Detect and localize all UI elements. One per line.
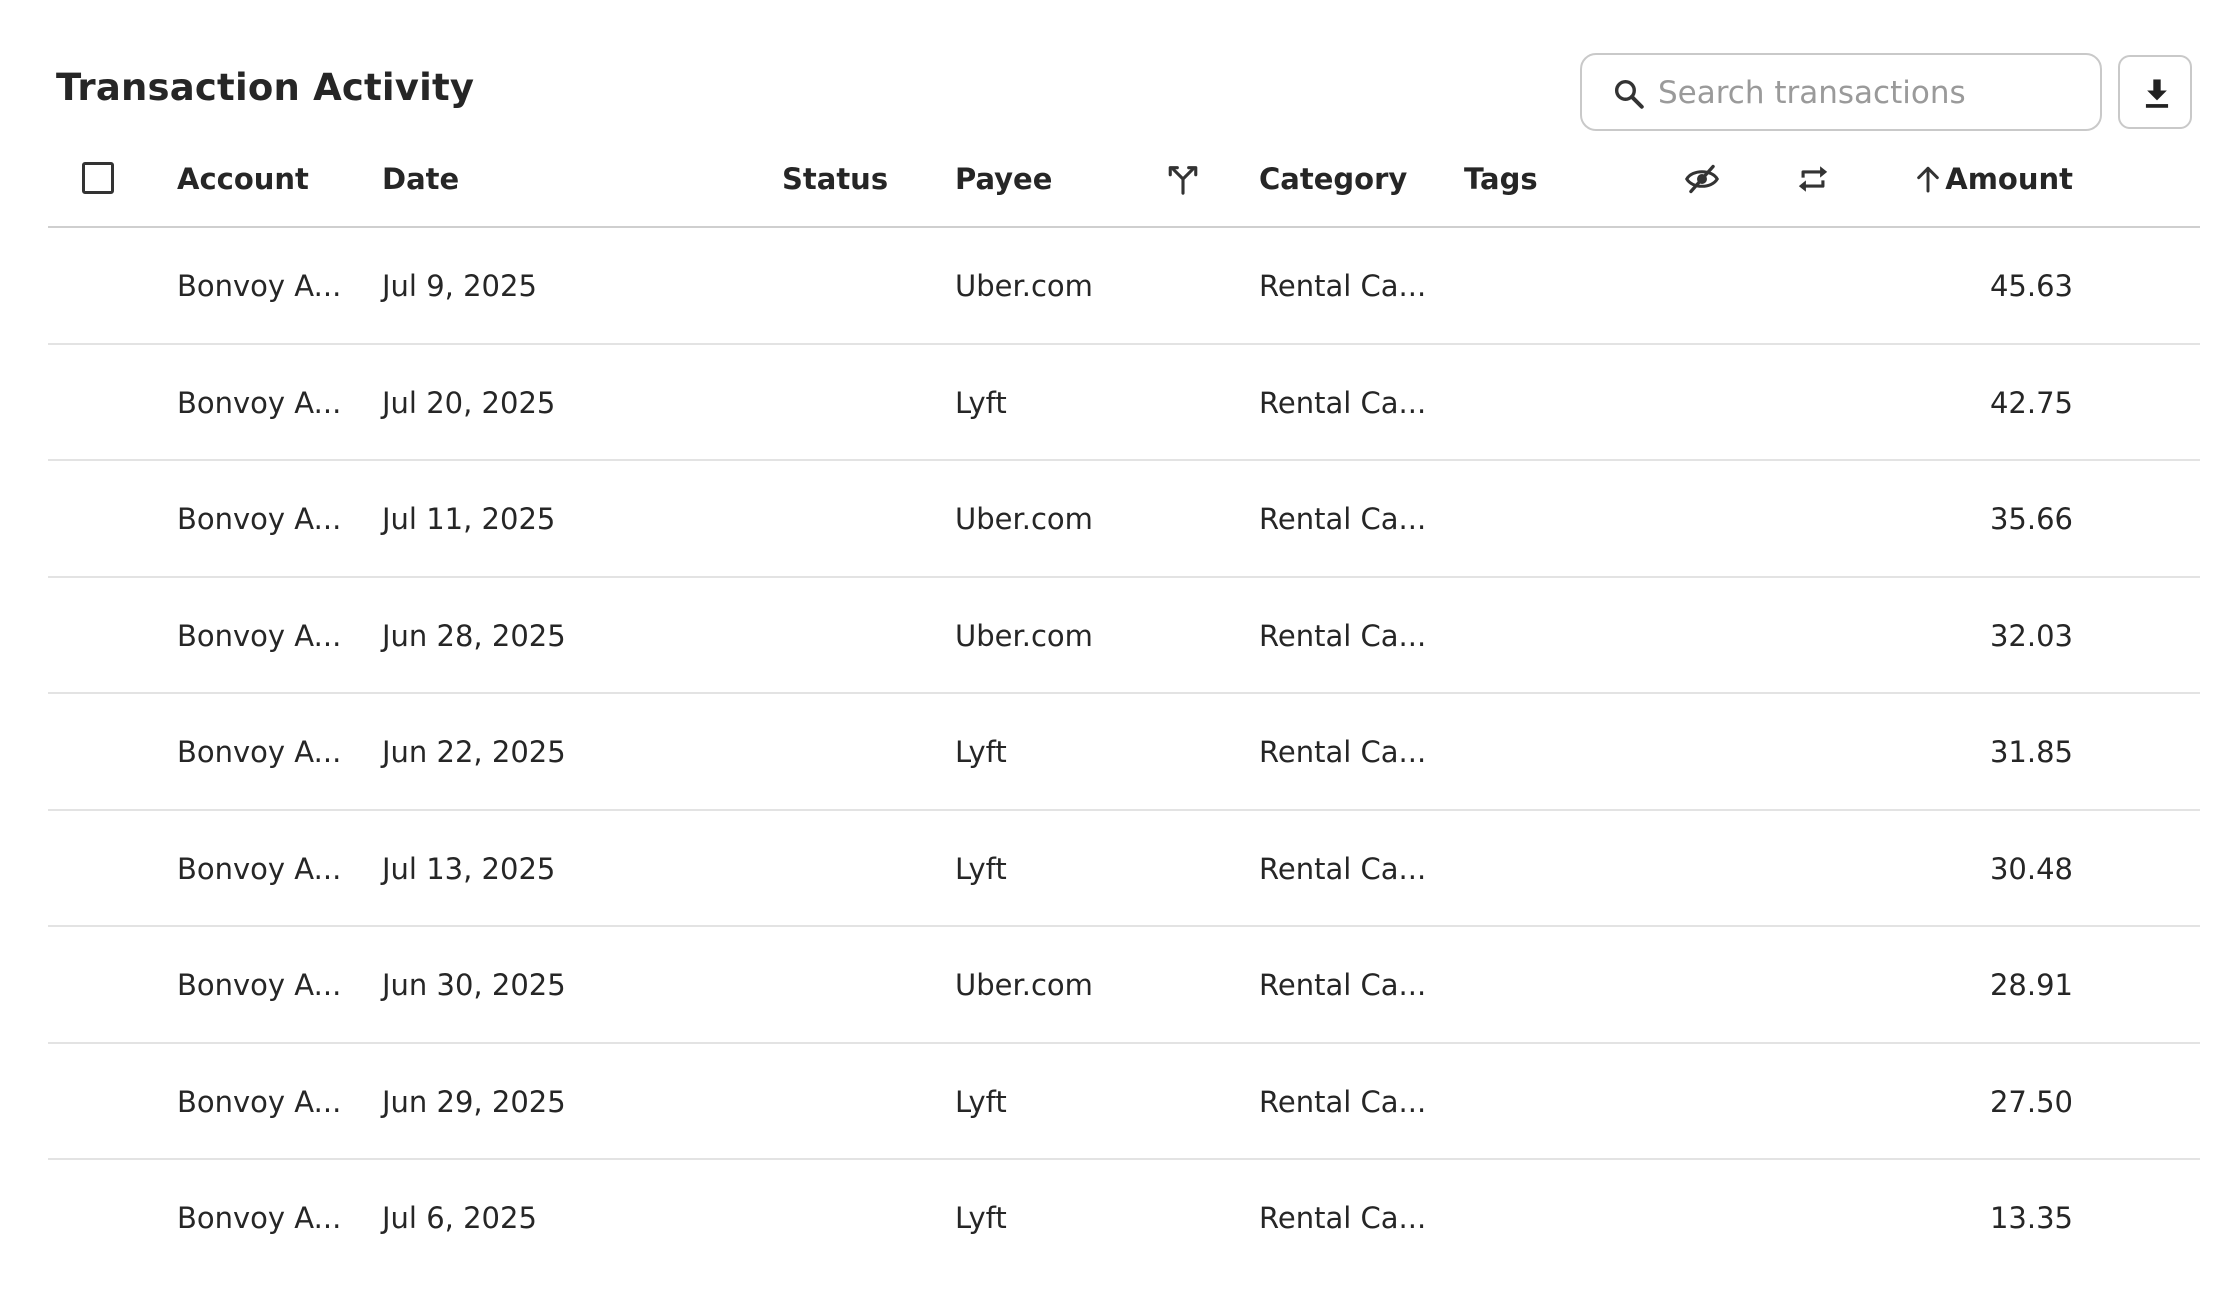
column-header-payee[interactable]: Payee bbox=[955, 146, 1052, 226]
cell-date: Jul 9, 2025 bbox=[382, 269, 537, 303]
table-row[interactable]: Bonvoy A... Jul 20, 2025 Lyft Rental Ca.… bbox=[48, 345, 2200, 461]
table-row[interactable]: Bonvoy A... Jul 6, 2025 Lyft Rental Ca..… bbox=[48, 1160, 2200, 1277]
cell-account: Bonvoy A... bbox=[177, 618, 342, 653]
transaction-activity-panel: Transaction Activity Account Date Status… bbox=[0, 0, 2236, 1304]
cell-amount: 45.63 bbox=[1989, 269, 2073, 303]
cell-payee: Lyft bbox=[955, 735, 1007, 769]
search-input[interactable] bbox=[1656, 65, 2080, 121]
cell-category: Rental Ca... bbox=[1259, 618, 1427, 653]
cell-payee: Lyft bbox=[955, 1201, 1007, 1235]
cell-category: Rental Ca... bbox=[1259, 851, 1427, 886]
table-row[interactable]: Bonvoy A... Jun 28, 2025 Uber.com Rental… bbox=[48, 578, 2200, 694]
select-all-checkbox[interactable] bbox=[82, 162, 114, 194]
cell-amount: 13.35 bbox=[1989, 1201, 2073, 1235]
column-header-category[interactable]: Category bbox=[1259, 146, 1407, 226]
eye-off-icon[interactable] bbox=[1684, 162, 1720, 200]
table-row[interactable]: Bonvoy A... Jul 13, 2025 Lyft Rental Ca.… bbox=[48, 811, 2200, 927]
cell-payee: Lyft bbox=[955, 851, 1007, 886]
cell-date: Jul 11, 2025 bbox=[382, 502, 556, 536]
cell-account: Bonvoy A... bbox=[177, 735, 342, 769]
cell-category: Rental Ca... bbox=[1259, 502, 1427, 536]
cell-account: Bonvoy A... bbox=[177, 968, 342, 1002]
cell-date: Jul 6, 2025 bbox=[382, 1201, 537, 1235]
table-header: Account Date Status Payee Category Tags bbox=[48, 146, 2200, 228]
column-header-amount[interactable]: Amount bbox=[1945, 146, 2073, 226]
column-header-account[interactable]: Account bbox=[177, 146, 309, 226]
cell-payee: Uber.com bbox=[955, 618, 1093, 653]
cell-account: Bonvoy A... bbox=[177, 851, 342, 886]
cell-payee: Uber.com bbox=[955, 502, 1093, 536]
cell-payee: Uber.com bbox=[955, 968, 1093, 1002]
cell-account: Bonvoy A... bbox=[177, 502, 342, 536]
cell-date: Jun 28, 2025 bbox=[382, 618, 566, 653]
cell-account: Bonvoy A... bbox=[177, 385, 342, 420]
cell-payee: Uber.com bbox=[955, 269, 1093, 303]
cell-amount: 28.91 bbox=[1989, 968, 2073, 1002]
table-row[interactable]: Bonvoy A... Jun 29, 2025 Lyft Rental Ca.… bbox=[48, 1044, 2200, 1160]
column-header-status[interactable]: Status bbox=[782, 146, 888, 226]
download-button[interactable] bbox=[2118, 55, 2192, 129]
search-box[interactable] bbox=[1580, 53, 2102, 131]
table-row[interactable]: Bonvoy A... Jun 30, 2025 Uber.com Rental… bbox=[48, 927, 2200, 1044]
cell-amount: 27.50 bbox=[1989, 1084, 2073, 1119]
cell-payee: Lyft bbox=[955, 1084, 1007, 1119]
cell-amount: 42.75 bbox=[1989, 385, 2073, 420]
download-icon bbox=[2145, 79, 2169, 108]
cell-payee: Lyft bbox=[955, 385, 1007, 420]
cell-category: Rental Ca... bbox=[1259, 1201, 1427, 1235]
cell-date: Jul 13, 2025 bbox=[382, 851, 556, 886]
cell-account: Bonvoy A... bbox=[177, 1084, 342, 1119]
table-row[interactable]: Bonvoy A... Jul 9, 2025 Uber.com Rental … bbox=[48, 228, 2200, 345]
cell-date: Jun 30, 2025 bbox=[382, 968, 566, 1002]
column-header-date[interactable]: Date bbox=[382, 146, 459, 226]
cell-amount: 35.66 bbox=[1989, 502, 2073, 536]
arrow-up-icon[interactable] bbox=[1912, 162, 1944, 200]
search-icon bbox=[1612, 77, 1646, 111]
cell-date: Jun 22, 2025 bbox=[382, 735, 566, 769]
cell-amount: 32.03 bbox=[1989, 618, 2073, 653]
cell-account: Bonvoy A... bbox=[177, 1201, 342, 1235]
cell-category: Rental Ca... bbox=[1259, 968, 1427, 1002]
cell-category: Rental Ca... bbox=[1259, 735, 1427, 769]
cell-category: Rental Ca... bbox=[1259, 269, 1427, 303]
split-icon[interactable] bbox=[1166, 162, 1200, 200]
column-header-tags[interactable]: Tags bbox=[1464, 146, 1538, 226]
transaction-table-body: Bonvoy A... Jul 9, 2025 Uber.com Rental … bbox=[48, 228, 2200, 1277]
repeat-icon[interactable] bbox=[1796, 162, 1830, 200]
cell-category: Rental Ca... bbox=[1259, 385, 1427, 420]
table-row[interactable]: Bonvoy A... Jul 11, 2025 Uber.com Rental… bbox=[48, 461, 2200, 578]
cell-date: Jun 29, 2025 bbox=[382, 1084, 566, 1119]
table-row[interactable]: Bonvoy A... Jun 22, 2025 Lyft Rental Ca.… bbox=[48, 694, 2200, 811]
cell-date: Jul 20, 2025 bbox=[382, 385, 556, 420]
cell-amount: 30.48 bbox=[1989, 851, 2073, 886]
cell-category: Rental Ca... bbox=[1259, 1084, 1427, 1119]
cell-account: Bonvoy A... bbox=[177, 269, 342, 303]
cell-amount: 31.85 bbox=[1989, 735, 2073, 769]
page-title: Transaction Activity bbox=[56, 66, 475, 109]
